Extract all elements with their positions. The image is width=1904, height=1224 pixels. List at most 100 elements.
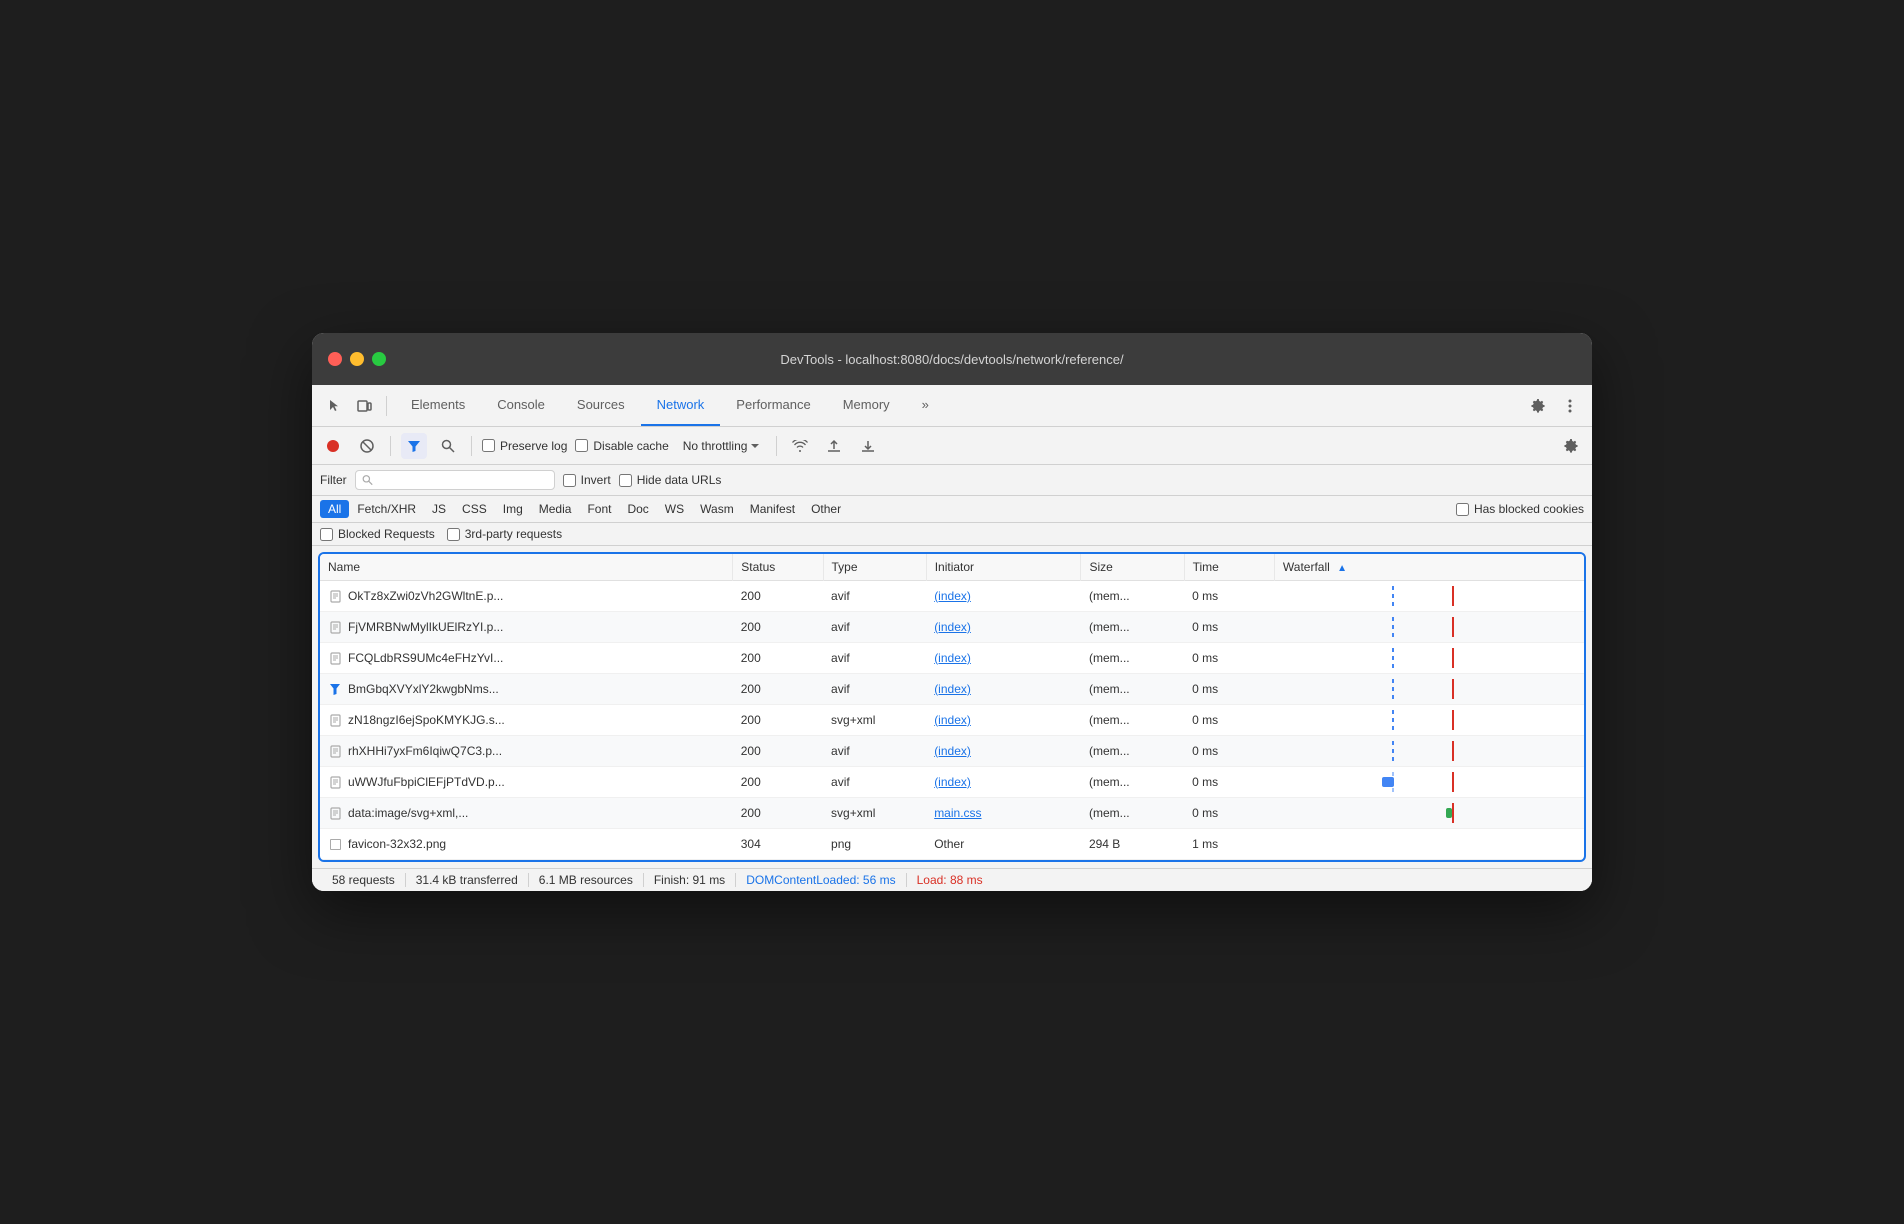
filter-doc[interactable]: Doc bbox=[619, 500, 656, 518]
table-row[interactable]: rhXHHi7yxFm6IqiwQ7C3.p... 200 avif (inde… bbox=[320, 736, 1584, 767]
td-initiator[interactable]: (index) bbox=[926, 643, 1081, 674]
upload-icon[interactable] bbox=[821, 433, 847, 459]
hide-data-urls-label[interactable]: Hide data URLs bbox=[619, 473, 722, 487]
close-button[interactable] bbox=[328, 352, 342, 366]
filter-input[interactable] bbox=[377, 473, 548, 487]
table-row[interactable]: OkTz8xZwi0zVh2GWltnE.p... 200 avif (inde… bbox=[320, 581, 1584, 612]
table-row[interactable]: data:image/svg+xml,... 200 svg+xml main.… bbox=[320, 798, 1584, 829]
table-header-row: Name Status Type Initiator Size Time Wat… bbox=[320, 554, 1584, 581]
col-waterfall[interactable]: Waterfall ▲ bbox=[1274, 554, 1584, 581]
col-type[interactable]: Type bbox=[823, 554, 926, 581]
minimize-button[interactable] bbox=[350, 352, 364, 366]
network-table: Name Status Type Initiator Size Time Wat… bbox=[320, 554, 1584, 860]
filter-img[interactable]: Img bbox=[495, 500, 531, 518]
record-button[interactable] bbox=[320, 433, 346, 459]
td-name[interactable]: rhXHHi7yxFm6IqiwQ7C3.p... bbox=[320, 736, 733, 767]
td-time: 0 ms bbox=[1184, 581, 1274, 612]
td-initiator[interactable]: (index) bbox=[926, 767, 1081, 798]
device-icon[interactable] bbox=[350, 392, 378, 420]
network-settings-icon[interactable] bbox=[1558, 433, 1584, 459]
td-time: 0 ms bbox=[1184, 674, 1274, 705]
dom-content-loaded: DOMContentLoaded: 56 ms bbox=[736, 873, 906, 887]
col-initiator[interactable]: Initiator bbox=[926, 554, 1081, 581]
tab-elements[interactable]: Elements bbox=[395, 385, 481, 426]
tab-sources[interactable]: Sources bbox=[561, 385, 641, 426]
more-options-icon[interactable] bbox=[1556, 392, 1584, 420]
td-initiator[interactable]: (index) bbox=[926, 581, 1081, 612]
filter-ws[interactable]: WS bbox=[657, 500, 692, 518]
disable-cache-label[interactable]: Disable cache bbox=[575, 439, 668, 453]
td-type: avif bbox=[823, 612, 926, 643]
filter-media[interactable]: Media bbox=[531, 500, 580, 518]
titlebar: DevTools - localhost:8080/docs/devtools/… bbox=[312, 333, 1592, 385]
td-name[interactable]: favicon-32x32.png bbox=[320, 829, 733, 860]
td-type: svg+xml bbox=[823, 798, 926, 829]
third-party-requests-label[interactable]: 3rd-party requests bbox=[447, 527, 562, 541]
tabs-right bbox=[1524, 392, 1584, 420]
has-blocked-cookies-label[interactable]: Has blocked cookies bbox=[1456, 502, 1584, 516]
td-waterfall bbox=[1274, 829, 1584, 860]
table-row[interactable]: FjVMRBNwMylIkUElRzYI.p... 200 avif (inde… bbox=[320, 612, 1584, 643]
tab-network[interactable]: Network bbox=[641, 385, 721, 426]
col-time[interactable]: Time bbox=[1184, 554, 1274, 581]
has-blocked-cookies-checkbox[interactable] bbox=[1456, 503, 1469, 516]
td-initiator[interactable]: (index) bbox=[926, 674, 1081, 705]
td-name[interactable]: BmGbqXVYxlY2kwgbNms... bbox=[320, 674, 733, 705]
throttle-select[interactable]: No throttling bbox=[677, 437, 767, 455]
settings-icon[interactable] bbox=[1524, 392, 1552, 420]
td-initiator[interactable]: (index) bbox=[926, 612, 1081, 643]
hide-data-urls-checkbox[interactable] bbox=[619, 474, 632, 487]
table-row[interactable]: BmGbqXVYxlY2kwgbNms... 200 avif (index) … bbox=[320, 674, 1584, 705]
wifi-icon[interactable] bbox=[787, 433, 813, 459]
disable-cache-text: Disable cache bbox=[593, 439, 668, 453]
td-status: 200 bbox=[733, 643, 823, 674]
table-row[interactable]: favicon-32x32.png 304 png Other 294 B 1 … bbox=[320, 829, 1584, 860]
td-waterfall bbox=[1274, 674, 1584, 705]
td-initiator[interactable]: main.css bbox=[926, 798, 1081, 829]
table-row[interactable]: uWWJfuFbpiClEFjPTdVD.p... 200 avif (inde… bbox=[320, 767, 1584, 798]
td-name[interactable]: zN18ngzI6ejSpoKMYKJG.s... bbox=[320, 705, 733, 736]
filter-css[interactable]: CSS bbox=[454, 500, 495, 518]
blocked-requests-checkbox[interactable] bbox=[320, 528, 333, 541]
tab-more[interactable]: » bbox=[906, 385, 945, 426]
td-initiator[interactable]: (index) bbox=[926, 705, 1081, 736]
table-row[interactable]: zN18ngzI6ejSpoKMYKJG.s... 200 svg+xml (i… bbox=[320, 705, 1584, 736]
third-party-requests-checkbox[interactable] bbox=[447, 528, 460, 541]
blocked-requests-label[interactable]: Blocked Requests bbox=[320, 527, 435, 541]
filter-js[interactable]: JS bbox=[424, 500, 454, 518]
search-icon[interactable] bbox=[435, 433, 461, 459]
invert-checkbox[interactable] bbox=[563, 474, 576, 487]
td-name[interactable]: OkTz8xZwi0zVh2GWltnE.p... bbox=[320, 581, 733, 612]
disable-cache-checkbox[interactable] bbox=[575, 439, 588, 452]
filter-fetch-xhr[interactable]: Fetch/XHR bbox=[349, 500, 424, 518]
filter-other[interactable]: Other bbox=[803, 500, 849, 518]
td-waterfall bbox=[1274, 643, 1584, 674]
table-row[interactable]: FCQLdbRS9UMc4eFHzYvI... 200 avif (index)… bbox=[320, 643, 1584, 674]
col-name[interactable]: Name bbox=[320, 554, 733, 581]
preserve-log-checkbox[interactable] bbox=[482, 439, 495, 452]
td-initiator[interactable]: (index) bbox=[926, 736, 1081, 767]
td-waterfall bbox=[1274, 705, 1584, 736]
tab-memory[interactable]: Memory bbox=[827, 385, 906, 426]
td-name[interactable]: uWWJfuFbpiClEFjPTdVD.p... bbox=[320, 767, 733, 798]
col-size[interactable]: Size bbox=[1081, 554, 1184, 581]
clear-button[interactable] bbox=[354, 433, 380, 459]
preserve-log-text: Preserve log bbox=[500, 439, 567, 453]
preserve-log-label[interactable]: Preserve log bbox=[482, 439, 567, 453]
td-name[interactable]: data:image/svg+xml,... bbox=[320, 798, 733, 829]
filter-all[interactable]: All bbox=[320, 500, 349, 518]
filter-font[interactable]: Font bbox=[579, 500, 619, 518]
cursor-icon[interactable] bbox=[320, 392, 348, 420]
td-name[interactable]: FjVMRBNwMylIkUElRzYI.p... bbox=[320, 612, 733, 643]
download-icon[interactable] bbox=[855, 433, 881, 459]
filter-wasm[interactable]: Wasm bbox=[692, 500, 742, 518]
invert-label[interactable]: Invert bbox=[563, 473, 611, 487]
filter-manifest[interactable]: Manifest bbox=[742, 500, 803, 518]
col-status[interactable]: Status bbox=[733, 554, 823, 581]
tab-performance[interactable]: Performance bbox=[720, 385, 826, 426]
tab-console[interactable]: Console bbox=[481, 385, 561, 426]
td-name[interactable]: FCQLdbRS9UMc4eFHzYvI... bbox=[320, 643, 733, 674]
td-time: 0 ms bbox=[1184, 612, 1274, 643]
maximize-button[interactable] bbox=[372, 352, 386, 366]
filter-icon[interactable] bbox=[401, 433, 427, 459]
